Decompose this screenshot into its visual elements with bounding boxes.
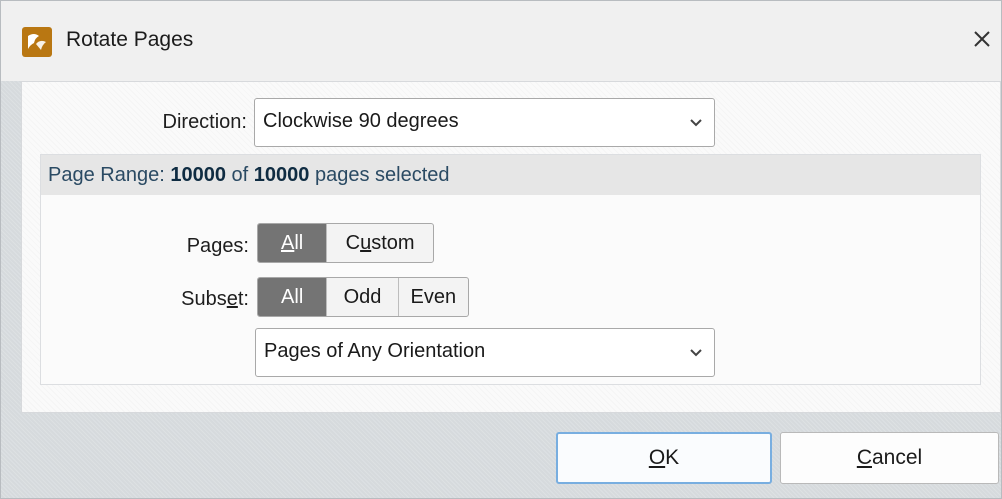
pages-label: Pages: <box>186 235 249 257</box>
subset-even-option[interactable]: Even <box>399 278 468 316</box>
title-bar: Rotate Pages <box>1 1 1001 81</box>
pages-custom-option[interactable]: Cu stom <box>327 224 433 262</box>
subset-toggle-group: All Odd Even <box>257 277 469 317</box>
orientation-dropdown[interactable]: Pages of Any Orientation <box>255 328 715 377</box>
total-page-count: 10000 <box>253 164 310 186</box>
page-range-summary: Page Range: 10000 of 10000 pages selecte… <box>48 164 450 186</box>
rotate-pages-dialog: Rotate Pages Direction: Clockwise 90 deg… <box>0 0 1002 499</box>
direction-dropdown[interactable]: Clockwise 90 degrees <box>254 98 715 147</box>
subset-odd-option[interactable]: Odd <box>327 278 399 316</box>
pages-toggle-group: All Cu stom <box>257 223 434 263</box>
close-button[interactable] <box>966 23 998 55</box>
direction-selected-value: Clockwise 90 degrees <box>263 110 459 132</box>
app-logo-icon <box>22 27 52 57</box>
close-icon <box>974 31 990 47</box>
pages-all-option[interactable]: All <box>258 224 328 262</box>
subset-label: Subset: <box>181 288 249 310</box>
selected-page-count: 10000 <box>170 164 226 186</box>
direction-label: Direction: <box>162 111 247 133</box>
chevron-down-icon <box>690 119 702 127</box>
page-range-header: Page Range: 10000 of 10000 pages selecte… <box>41 155 980 195</box>
orientation-selected-value: Pages of Any Orientation <box>264 340 486 362</box>
subset-all-option[interactable]: All <box>258 278 328 316</box>
cancel-button[interactable]: Cancel <box>780 432 999 484</box>
dialog-title: Rotate Pages <box>66 28 194 51</box>
chevron-down-icon <box>690 349 702 357</box>
ok-button[interactable]: OK <box>556 432 772 484</box>
